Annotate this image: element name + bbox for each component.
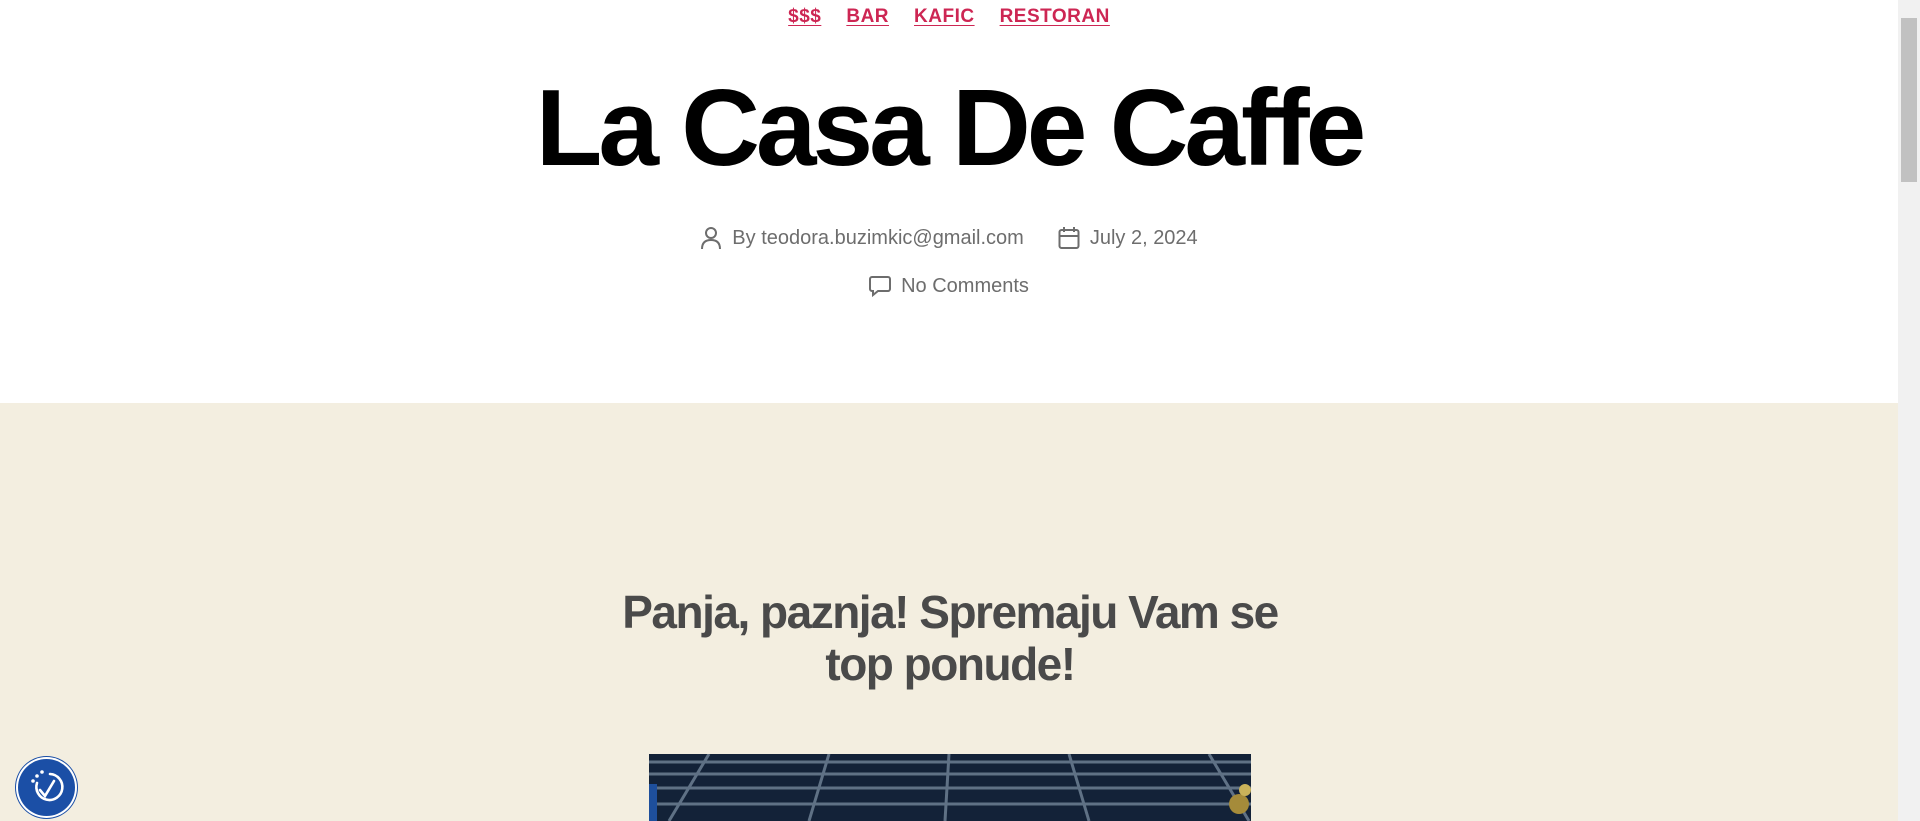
post-title: La Casa De Caffe: [535, 67, 1367, 189]
content-heading-line2: top ponude!: [825, 638, 1076, 690]
content-heading: Panja, paznja! Spremaju Vam se top ponud…: [600, 586, 1300, 690]
comment-icon: [869, 274, 892, 298]
page-scrollbar[interactable]: [1898, 0, 1920, 821]
content-heading-line1: Panja, paznja! Spremaju Vam se: [622, 586, 1279, 638]
accessibility-icon: [18, 759, 75, 816]
browser-viewport: $$$ BAR KAFIC RESTORAN La Casa De Caffe …: [0, 0, 1920, 821]
category-link-kafic[interactable]: KAFIC: [914, 6, 975, 28]
post-meta: By teodora.buzimkic@gmail.com July 2, 20…: [0, 226, 1898, 250]
category-link-restoran[interactable]: RESTORAN: [1000, 6, 1110, 28]
blog-post-page: $$$ BAR KAFIC RESTORAN La Casa De Caffe …: [0, 0, 1898, 821]
post-date-link[interactable]: July 2, 2024: [1090, 227, 1198, 250]
post-date: July 2, 2024: [1058, 226, 1198, 250]
scrollbar-thumb[interactable]: [1901, 18, 1917, 182]
person-icon: [700, 226, 722, 250]
post-categories: $$$ BAR KAFIC RESTORAN: [0, 6, 1898, 28]
author-link[interactable]: teodora.buzimkic@gmail.com: [761, 227, 1024, 249]
author-prefix: By: [732, 226, 762, 249]
comments-link[interactable]: No Comments: [901, 275, 1029, 298]
category-link-bar[interactable]: BAR: [846, 6, 889, 28]
post-meta-comments: No Comments: [0, 274, 1898, 298]
cafe-photo: [649, 754, 1251, 821]
calendar-icon: [1058, 226, 1080, 250]
post-author: By teodora.buzimkic@gmail.com: [700, 226, 1024, 250]
category-link-price[interactable]: $$$: [788, 6, 821, 28]
accessibility-button[interactable]: [18, 759, 75, 816]
post-comments: No Comments: [869, 274, 1029, 298]
